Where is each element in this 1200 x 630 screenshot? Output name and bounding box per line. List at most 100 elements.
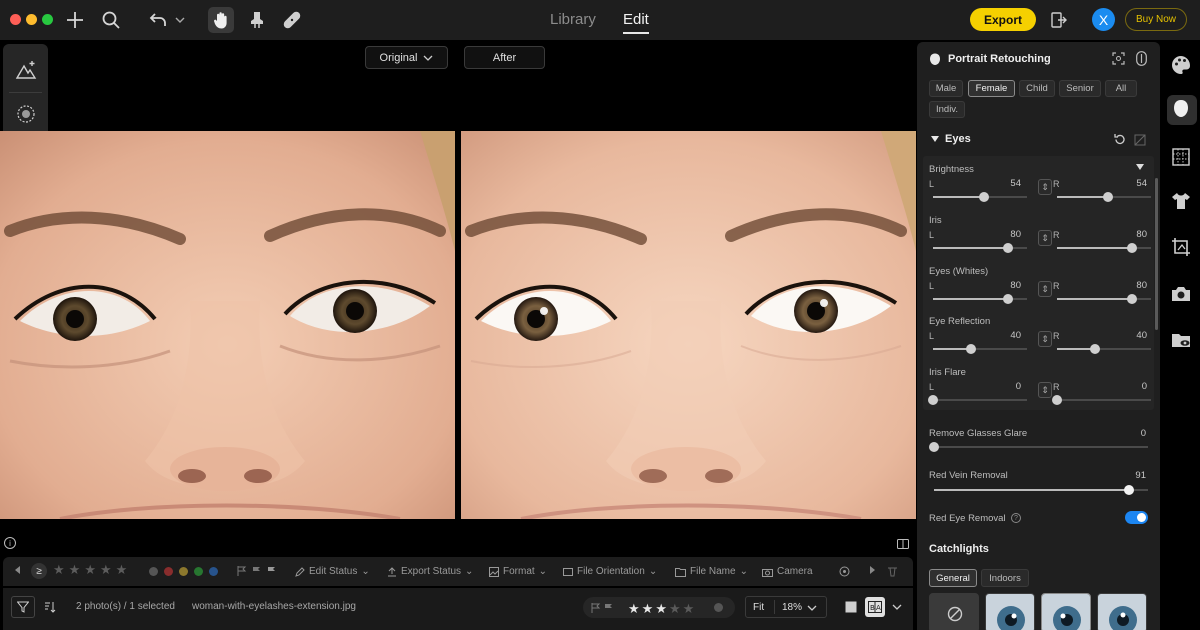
before-after-icon[interactable]: BA — [865, 597, 885, 617]
left-value[interactable]: 40 — [997, 330, 1021, 341]
left-value[interactable]: 80 — [997, 280, 1021, 291]
link-lr-icon[interactable]: ⇕ — [1038, 382, 1052, 398]
catchlight-preset[interactable] — [1041, 593, 1091, 630]
zoom-window-button[interactable] — [42, 14, 53, 25]
reset-icon[interactable] — [1113, 133, 1126, 146]
edit-status-filter[interactable]: Edit Status ⌄ — [295, 566, 370, 577]
right-eye-slider[interactable] — [1057, 344, 1151, 354]
camera-filter[interactable]: Camera — [762, 566, 813, 577]
catchlight-preset[interactable] — [985, 593, 1035, 630]
chip-individual[interactable]: Indiv. — [929, 101, 965, 118]
texture-icon[interactable] — [1170, 146, 1194, 170]
right-eye-slider[interactable] — [1057, 294, 1151, 304]
flag-icon[interactable] — [591, 603, 601, 613]
hand-icon[interactable] — [208, 7, 234, 33]
crop-icon[interactable] — [1170, 236, 1194, 260]
info-icon[interactable]: i — [4, 537, 16, 549]
chip-female[interactable]: Female — [968, 80, 1015, 97]
filter-icon[interactable] — [11, 596, 35, 618]
slider-thumb[interactable] — [1127, 243, 1138, 253]
search-icon[interactable] — [100, 8, 122, 32]
file-orientation-filter[interactable]: File Orientation ⌄ — [563, 566, 657, 577]
help-icon[interactable]: ? — [1011, 513, 1021, 523]
stamp-icon[interactable] — [246, 8, 268, 32]
star-icon[interactable]: ★ — [655, 601, 667, 617]
panel-scrollbar[interactable] — [1155, 178, 1158, 330]
avatar[interactable]: X — [1092, 8, 1115, 31]
original-dropdown[interactable]: Original — [365, 46, 448, 69]
catchlight-tab-indoors[interactable]: Indoors — [981, 569, 1029, 587]
left-value[interactable]: 54 — [997, 178, 1021, 189]
glasses-glare-value[interactable]: 0 — [1122, 428, 1146, 439]
file-name-filter[interactable]: File Name ⌄ — [675, 566, 748, 577]
chevron-right-icon[interactable] — [869, 566, 875, 574]
left-eye-slider[interactable] — [933, 294, 1027, 304]
tab-edit[interactable]: Edit — [623, 11, 649, 34]
glasses-glare-slider[interactable] — [929, 442, 1148, 452]
sign-out-icon[interactable] — [1049, 8, 1069, 32]
single-view-icon[interactable] — [845, 601, 857, 613]
right-value[interactable]: 80 — [1123, 229, 1147, 240]
plus-icon[interactable] — [64, 8, 86, 32]
red-eye-toggle[interactable] — [1125, 511, 1148, 524]
after-photo[interactable] — [461, 131, 916, 519]
right-eye-slider[interactable] — [1057, 192, 1151, 202]
buy-now-button[interactable]: Buy Now — [1125, 8, 1187, 31]
export-button[interactable]: Export — [970, 8, 1036, 31]
chevron-left-icon[interactable] — [15, 566, 21, 574]
link-lr-icon[interactable]: ⇕ — [1038, 230, 1052, 246]
caret-down-icon[interactable] — [1136, 164, 1144, 170]
slider-thumb[interactable] — [965, 344, 976, 354]
red-vein-value[interactable]: 91 — [1122, 470, 1146, 481]
face-icon[interactable] — [1170, 98, 1194, 122]
star-icon[interactable]: ★ — [642, 601, 654, 617]
color-label-dot[interactable] — [714, 603, 723, 612]
left-eye-slider[interactable] — [933, 192, 1027, 202]
shirt-icon[interactable] — [1170, 190, 1194, 214]
export-status-filter[interactable]: Export Status ⌄ — [387, 566, 473, 577]
lens-filter[interactable] — [839, 566, 850, 577]
right-value[interactable]: 80 — [1123, 280, 1147, 291]
chevron-down-icon[interactable] — [892, 604, 902, 610]
catchlight-tab-general[interactable]: General — [929, 569, 977, 587]
left-value[interactable]: 0 — [997, 381, 1021, 392]
slider-thumb[interactable] — [929, 442, 939, 452]
right-value[interactable]: 0 — [1123, 381, 1147, 392]
star-icon[interactable]: ★ — [669, 601, 681, 617]
flag-filter[interactable] — [237, 566, 277, 576]
close-window-button[interactable] — [10, 14, 21, 25]
format-filter[interactable]: Format ⌄ — [489, 566, 547, 577]
face-detect-icon[interactable] — [1112, 52, 1125, 65]
left-value[interactable]: 80 — [997, 229, 1021, 240]
link-lr-icon[interactable]: ⇕ — [1038, 331, 1052, 347]
rating-stars[interactable]: ★ ★ ★ ★ ★ — [628, 601, 694, 617]
star-icon[interactable]: ★ — [683, 601, 695, 617]
chip-male[interactable]: Male — [929, 80, 963, 97]
right-value[interactable]: 40 — [1123, 330, 1147, 341]
slider-thumb[interactable] — [978, 192, 989, 202]
chip-child[interactable]: Child — [1019, 80, 1055, 97]
slider-thumb[interactable] — [928, 395, 938, 405]
right-eye-slider[interactable] — [1052, 395, 1151, 405]
before-photo[interactable] — [0, 131, 455, 519]
color-label-filter[interactable] — [149, 567, 218, 576]
flag-icon[interactable] — [604, 603, 614, 613]
zoom-level[interactable]: 18% — [782, 602, 802, 613]
trash-icon[interactable] — [887, 566, 898, 577]
slider-thumb[interactable] — [1127, 294, 1138, 304]
slider-thumb[interactable] — [1123, 485, 1134, 495]
star-filter[interactable]: ★ ★ ★ ★ ★ — [53, 563, 127, 576]
folder-eye-icon[interactable] — [1170, 329, 1194, 353]
slider-thumb[interactable] — [1003, 294, 1014, 304]
catchlight-none[interactable] — [929, 593, 979, 630]
right-value[interactable]: 54 — [1123, 178, 1147, 189]
chevron-down-icon[interactable] — [807, 605, 817, 611]
bandage-icon[interactable] — [281, 8, 303, 32]
slider-thumb[interactable] — [1102, 192, 1113, 202]
sort-icon[interactable] — [44, 601, 56, 613]
left-eye-slider[interactable] — [933, 344, 1027, 354]
palette-icon[interactable] — [1170, 54, 1194, 78]
slider-thumb[interactable] — [1089, 344, 1100, 354]
red-vein-slider[interactable] — [934, 485, 1148, 495]
fit-button[interactable]: Fit — [753, 602, 764, 613]
